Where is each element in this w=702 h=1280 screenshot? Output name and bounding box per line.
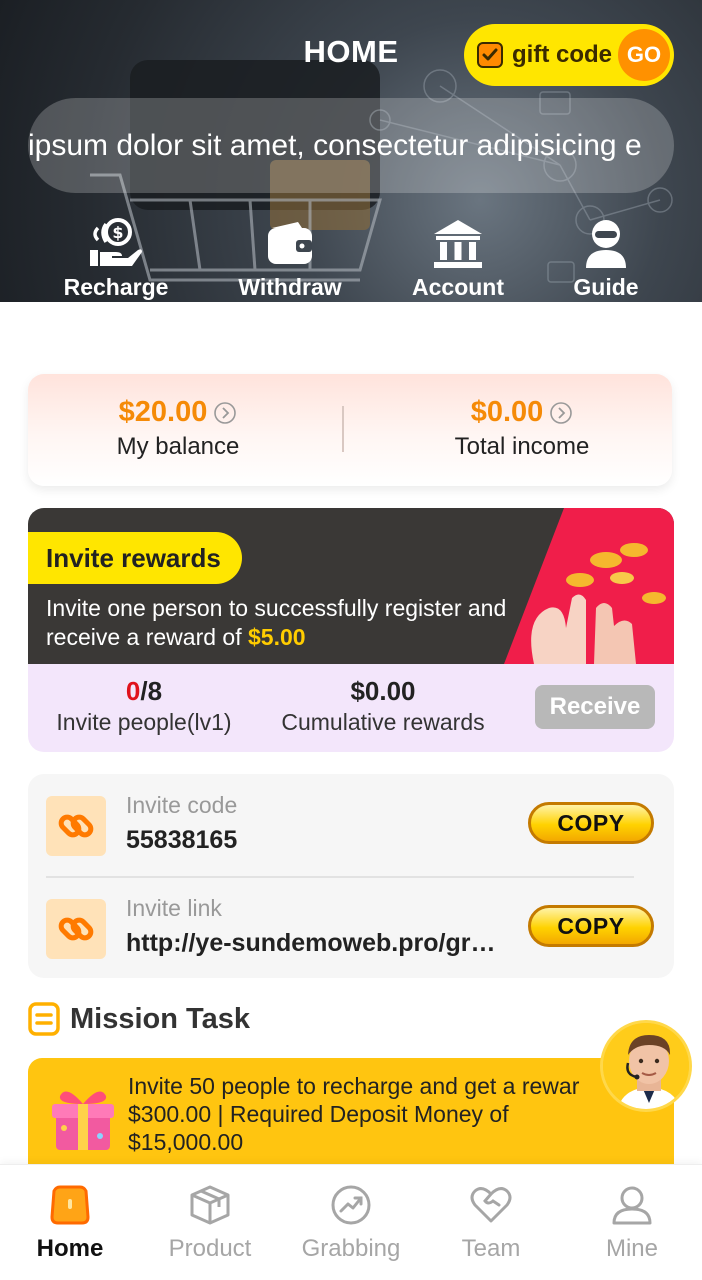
invite-people-label: Invite people(lv1)	[56, 709, 232, 735]
gift-box-icon	[52, 1091, 114, 1150]
invite-people-total: /8	[140, 676, 163, 706]
svg-text:$: $	[112, 223, 123, 242]
nav-mine[interactable]: Mine	[562, 1183, 702, 1263]
invite-people-stat: 0/8 Invite people(lv1)	[46, 676, 242, 736]
nav-grabbing[interactable]: Grabbing	[281, 1183, 421, 1263]
invite-link-label: Invite link	[126, 895, 222, 921]
copy-code-button[interactable]: COPY	[528, 802, 654, 844]
hands-coins-illustration	[504, 508, 674, 664]
withdraw-button[interactable]: Withdraw	[210, 218, 370, 301]
invite-code-value: 55838165	[126, 826, 238, 854]
gift-code-button[interactable]: gift code GO	[464, 24, 674, 86]
announcement-marquee: ipsum dolor sit amet, consectetur adipis…	[28, 98, 674, 193]
nav-mine-label: Mine	[605, 1235, 659, 1262]
announcement-text: ipsum dolor sit amet, consectetur adipis…	[28, 128, 642, 162]
invite-link-row: Invite link http://ye-sundemoweb.pro/gr……	[46, 895, 656, 975]
wallet-icon	[268, 222, 312, 264]
hero-header: HOME gift code GO ipsum dolor sit amet, …	[0, 0, 702, 302]
task-list-icon	[28, 1002, 60, 1036]
guide-label: Guide	[573, 274, 639, 300]
link-icon	[46, 899, 106, 959]
balance-card: $20.00 My balance $0.00 Total income	[28, 374, 672, 486]
link-icon	[46, 796, 106, 856]
mission-description: Invite 50 people to recharge and get a r…	[128, 1072, 618, 1156]
invite-people-count: 0	[125, 676, 141, 706]
mission-card[interactable]: Invite 50 people to recharge and get a r…	[28, 1058, 674, 1178]
trend-chart-icon	[331, 1185, 371, 1225]
invite-stats-panel: 0/8 Invite people(lv1) $0.00 Cumulative …	[28, 664, 674, 752]
heart-handshake-icon	[470, 1187, 512, 1223]
my-balance-label: My balance	[116, 433, 240, 460]
user-icon	[612, 1186, 652, 1225]
nav-product[interactable]: Product	[140, 1183, 280, 1263]
receive-button[interactable]: Receive	[535, 685, 655, 729]
account-button[interactable]: Account	[378, 218, 538, 301]
nav-team[interactable]: Team	[421, 1183, 561, 1263]
gift-code-icon	[477, 42, 503, 68]
customer-support-avatar[interactable]	[600, 1020, 692, 1112]
my-balance-amount: $20.00	[118, 396, 208, 428]
guide-button[interactable]: Guide	[526, 218, 686, 301]
invite-reward-amount: $5.00	[247, 624, 306, 650]
mission-task-title: Mission Task	[70, 1002, 250, 1035]
nav-team-label: Team	[461, 1235, 521, 1262]
invite-code-label: Invite code	[126, 792, 238, 818]
invite-link-value: http://ye-sundemoweb.pro/gr…	[126, 929, 496, 957]
total-income-label: Total income	[454, 433, 590, 460]
copy-link-button[interactable]: COPY	[528, 905, 654, 947]
recharge-label: Recharge	[63, 274, 169, 300]
nav-home[interactable]: Home	[0, 1183, 140, 1263]
cumulative-rewards-amount: $0.00	[350, 676, 416, 706]
box-icon	[190, 1185, 230, 1225]
invite-rewards-title: Invite rewards	[28, 532, 242, 584]
recharge-button[interactable]: $ Recharge	[36, 218, 196, 301]
total-income-block[interactable]: $0.00 Total income	[372, 396, 672, 461]
invite-rewards-banner: Invite rewards Invite one person to succ…	[28, 508, 674, 664]
nav-grabbing-label: Grabbing	[301, 1235, 401, 1262]
mission-line-1: Invite 50 people to recharge and get a r…	[128, 1073, 580, 1099]
balance-divider	[342, 406, 344, 452]
chevron-right-circle-icon	[550, 401, 573, 424]
chevron-right-circle-icon	[214, 401, 237, 424]
invite-code-row: Invite code 55838165 COPY	[46, 792, 656, 872]
support-agent-icon	[603, 1023, 689, 1109]
cumulative-rewards-label: Cumulative rewards	[281, 709, 485, 735]
nav-home-label: Home	[36, 1235, 104, 1262]
gift-code-label: gift code	[512, 41, 612, 68]
mission-line-2: $300.00 | Required Deposit Money of	[128, 1101, 509, 1127]
bank-icon	[434, 220, 482, 268]
home-icon	[50, 1185, 90, 1225]
go-button[interactable]: GO	[618, 29, 670, 81]
nav-product-label: Product	[168, 1235, 252, 1262]
invite-rewards-description: Invite one person to successfully regist…	[46, 594, 516, 652]
my-balance-block[interactable]: $20.00 My balance	[28, 396, 328, 461]
divider	[46, 876, 634, 878]
total-income-amount: $0.00	[470, 396, 544, 428]
withdraw-label: Withdraw	[238, 274, 342, 300]
hand-coins-icon: $	[90, 218, 142, 266]
bottom-navigation: Home Product Grabbing Team Mine	[0, 1164, 702, 1280]
account-label: Account	[412, 274, 504, 300]
invite-code-card: Invite code 55838165 COPY Invite link ht…	[28, 774, 674, 978]
person-icon	[586, 220, 626, 268]
cumulative-rewards-stat: $0.00 Cumulative rewards	[266, 676, 500, 736]
mission-line-3: $15,000.00	[128, 1129, 244, 1155]
mission-task-heading: Mission Task	[28, 1002, 250, 1036]
